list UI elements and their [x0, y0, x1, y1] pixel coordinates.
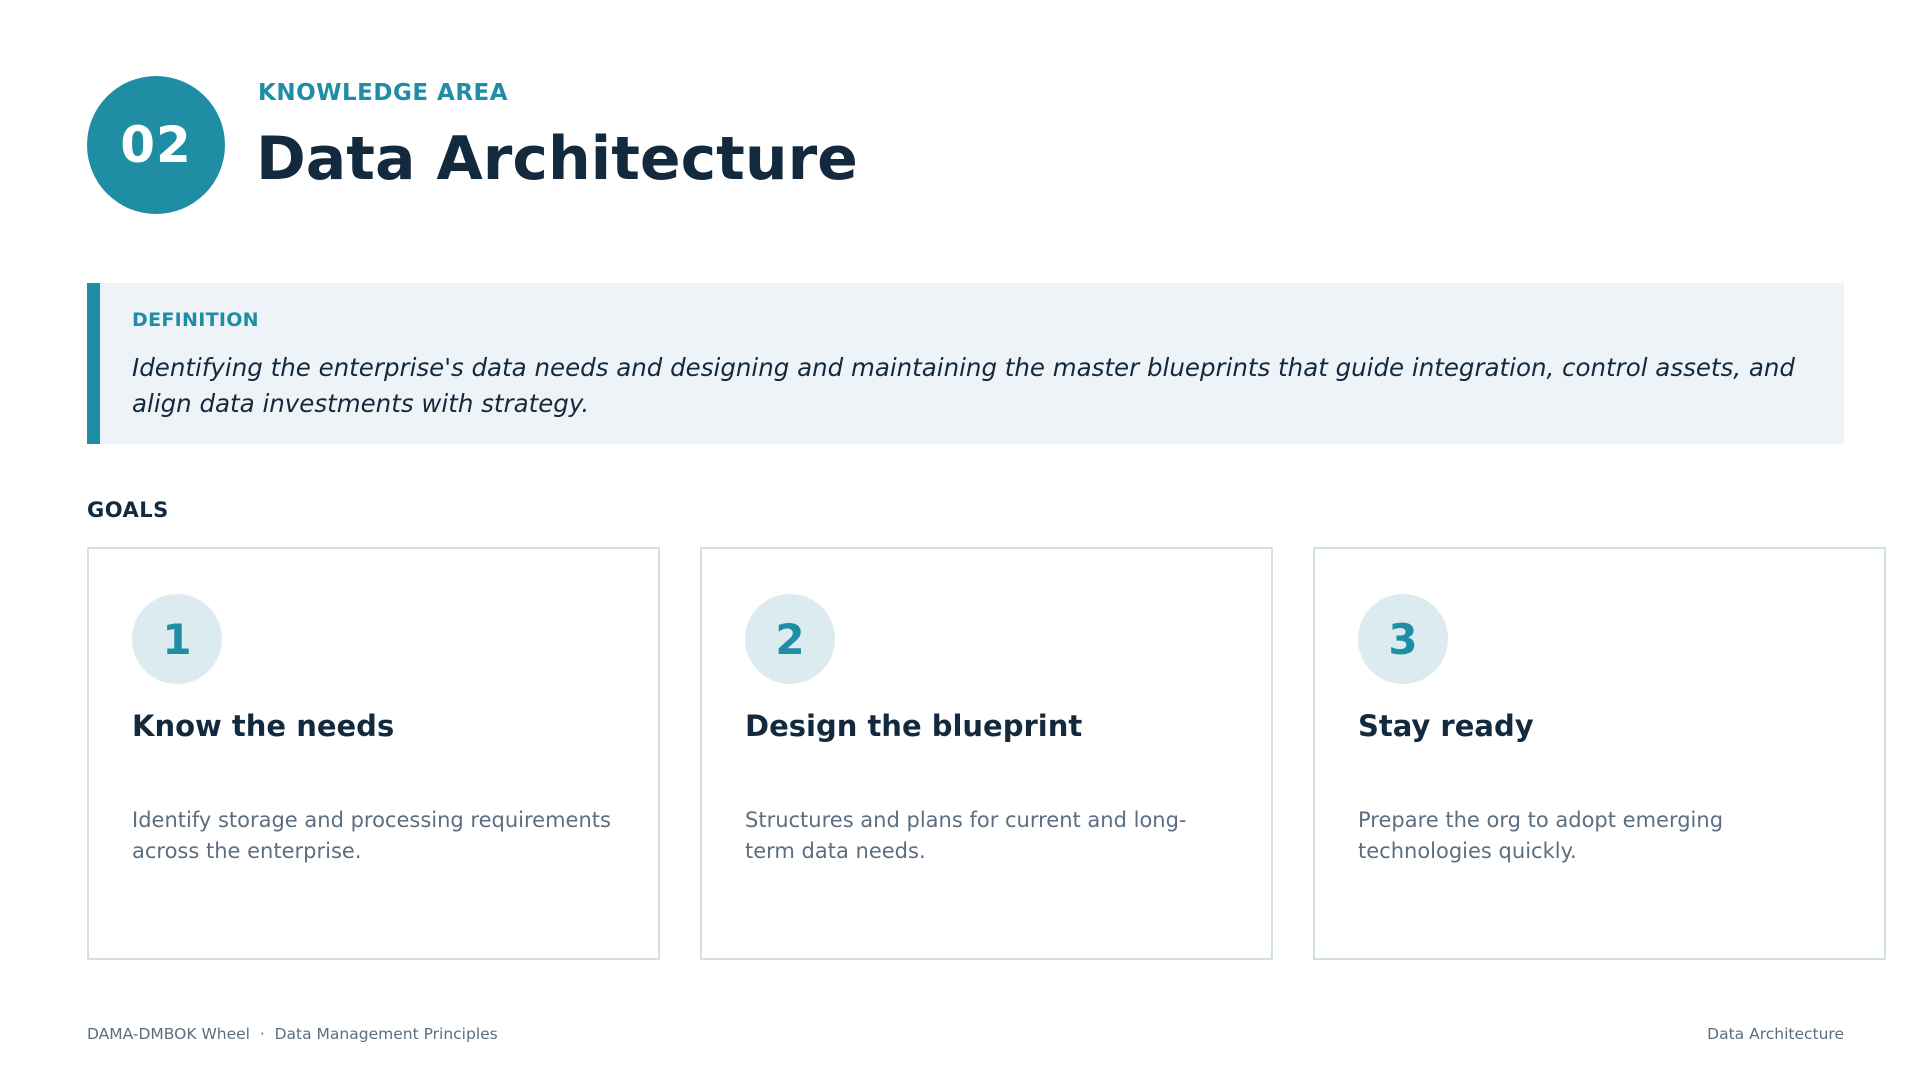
- goal-title: Design the blueprint: [745, 709, 1083, 743]
- goal-number: 2: [775, 614, 805, 664]
- goal-card-1: 1 Know the needs Identify storage and pr…: [87, 547, 660, 960]
- goal-description: Structures and plans for current and lon…: [745, 808, 1187, 863]
- area-number: 02: [120, 116, 192, 174]
- slide: 02 KNOWLEDGE AREA Data Architecture DEFI…: [0, 0, 1920, 1080]
- goal-description: Identify storage and processing requirem…: [132, 808, 611, 863]
- definition-text: Identifying the enterprise's data needs …: [132, 353, 1795, 418]
- goal-title: Stay ready: [1358, 709, 1534, 743]
- goal-card-2: 2 Design the blueprint Structures and pl…: [700, 547, 1273, 960]
- eyebrow-label: KNOWLEDGE AREA: [258, 80, 509, 106]
- goal-number-circle: 2: [745, 594, 835, 684]
- footer-source: DAMA-DMBOK Wheel · Data Management Princ…: [87, 1025, 498, 1043]
- goal-number: 3: [1388, 614, 1418, 664]
- footer-section: Data Architecture: [1707, 1025, 1844, 1043]
- goals-heading: GOALS: [87, 498, 169, 522]
- goal-description: Prepare the org to adopt emerging techno…: [1358, 808, 1724, 863]
- definition-label: DEFINITION: [132, 309, 259, 331]
- definition-panel: DEFINITION Identifying the enterprise's …: [87, 283, 1844, 444]
- goal-number-circle: 3: [1358, 594, 1448, 684]
- goal-number: 1: [162, 614, 192, 664]
- goal-card-3: 3 Stay ready Prepare the org to adopt em…: [1313, 547, 1886, 960]
- page-title: Data Architecture: [256, 124, 858, 194]
- goal-title: Know the needs: [132, 709, 395, 743]
- area-number-badge: 02: [87, 76, 225, 214]
- goal-number-circle: 1: [132, 594, 222, 684]
